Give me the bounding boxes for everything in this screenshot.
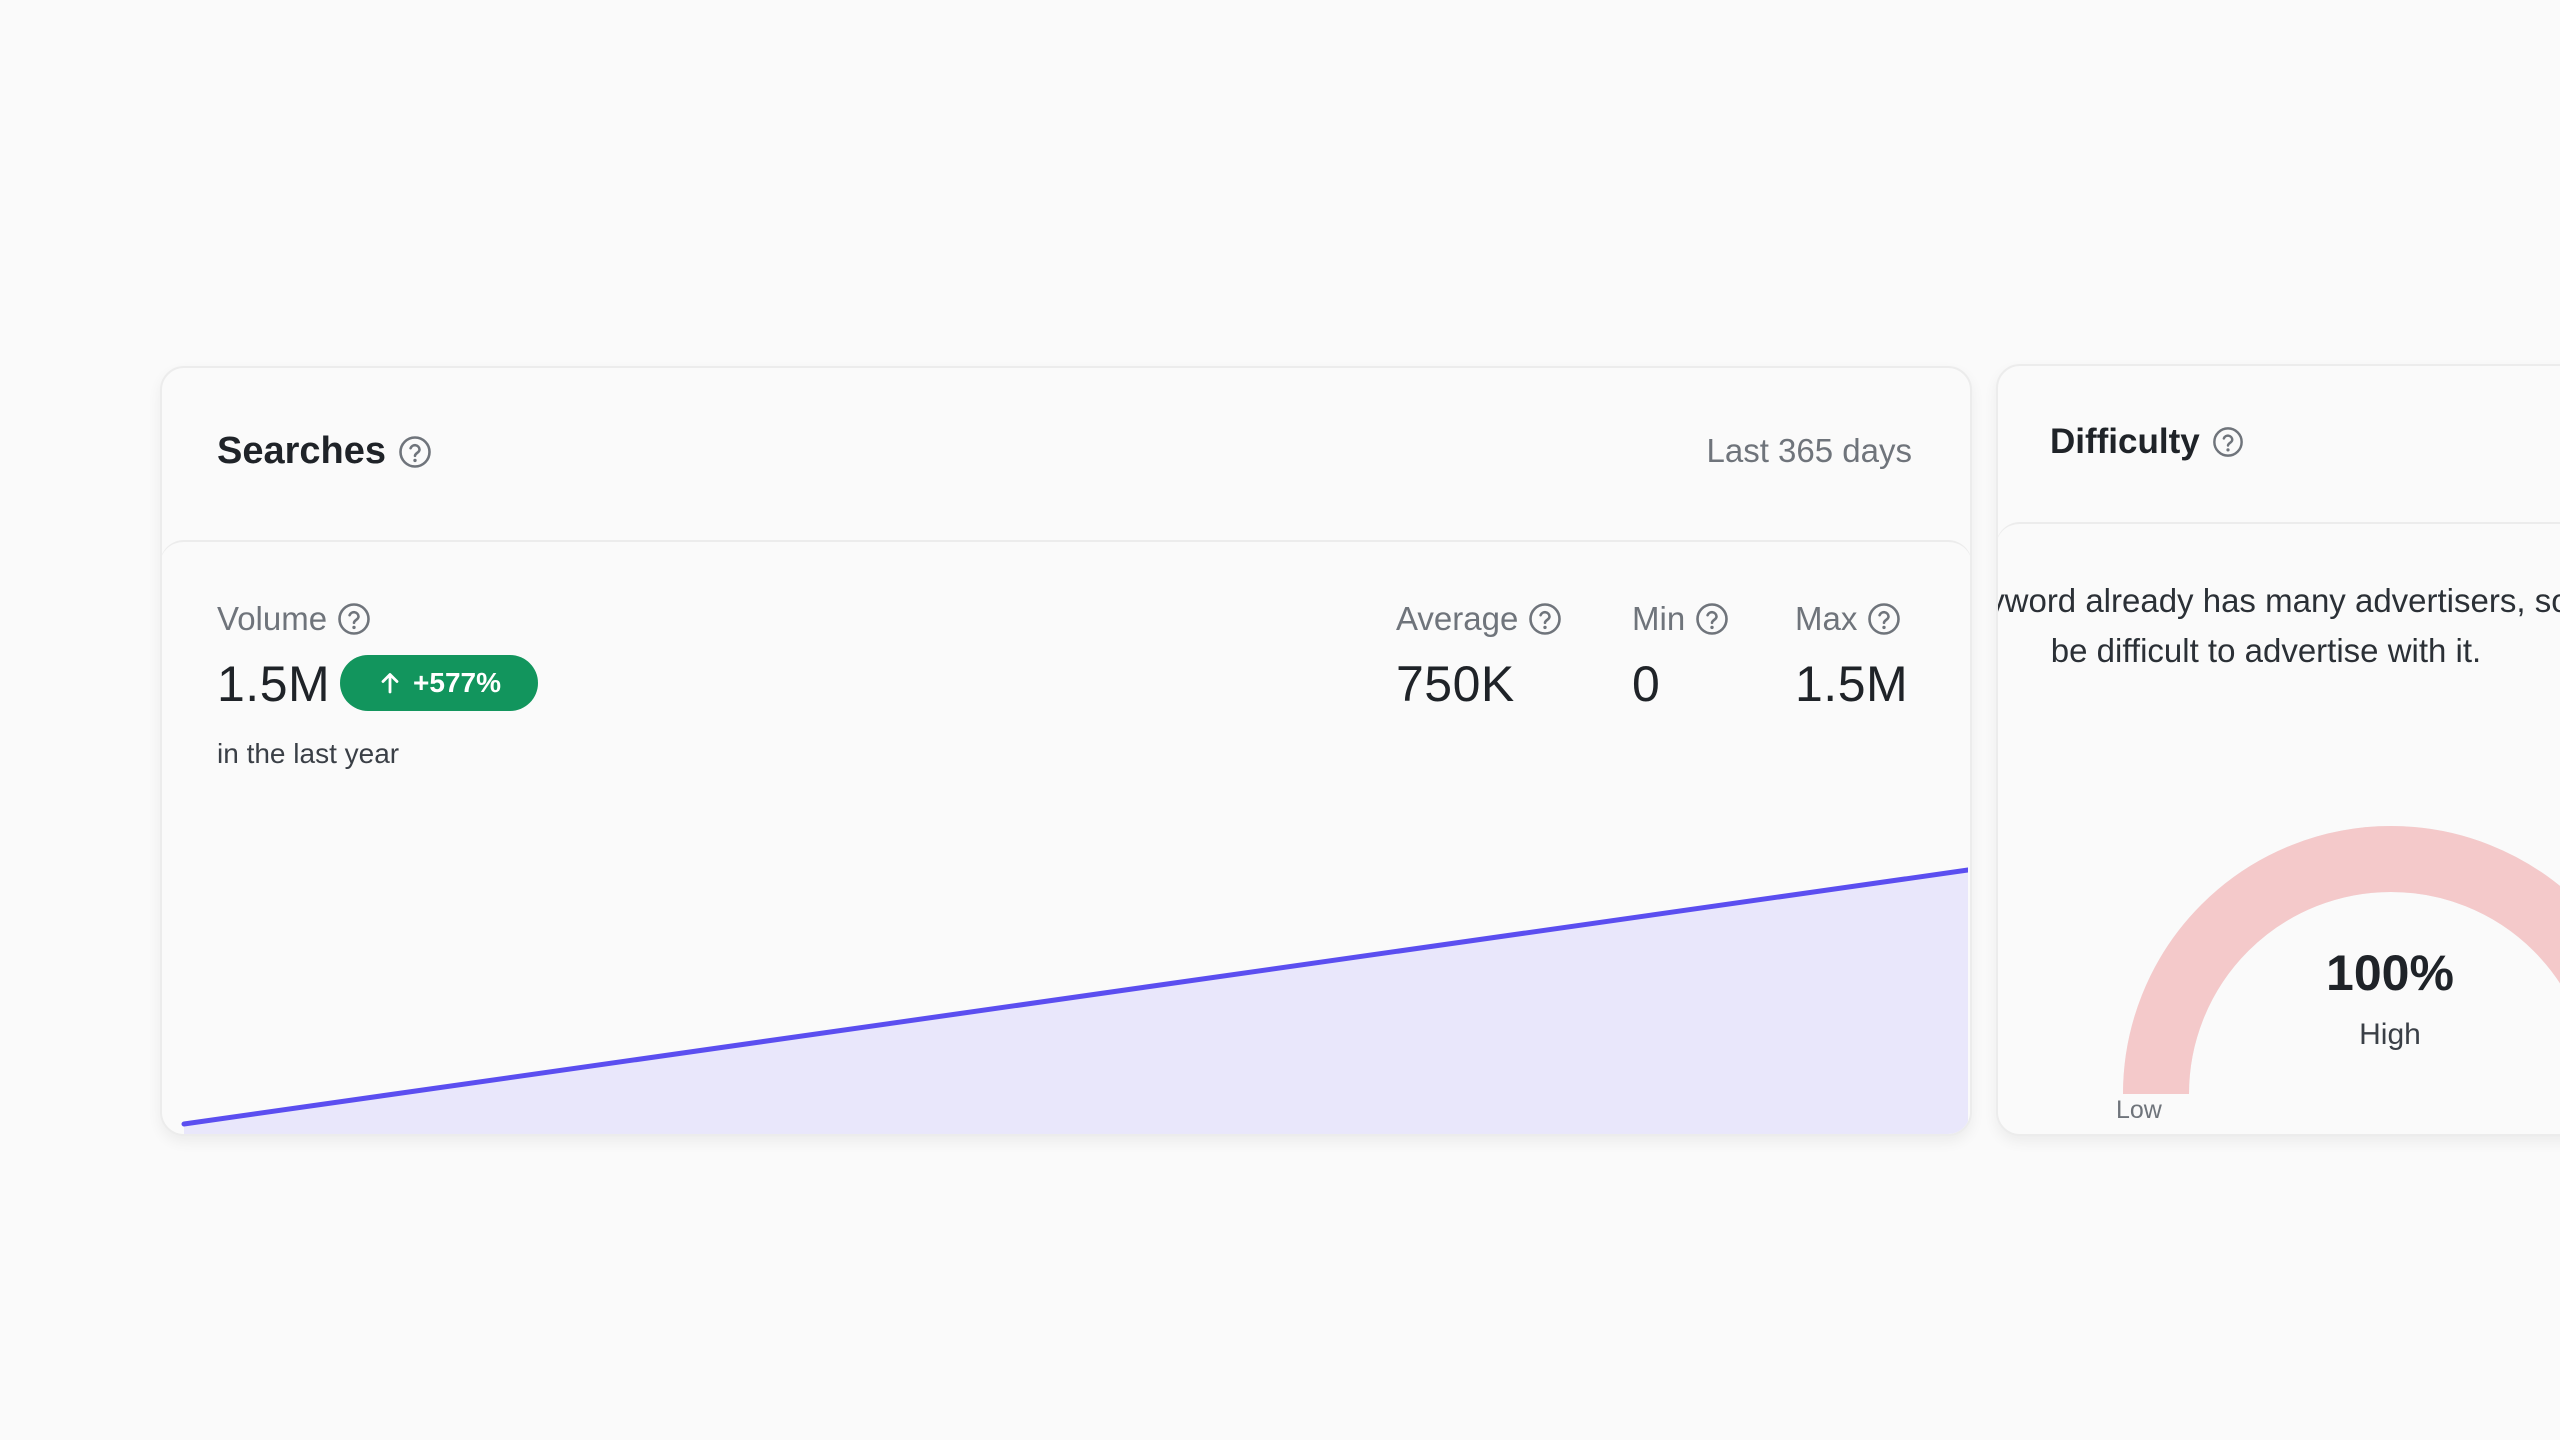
difficulty-panel: This keyword already has many advertiser… [1998,522,2560,1134]
min-label: Min [1632,600,1729,638]
volume-value: 1.5M [217,656,331,712]
volume-label: Volume [217,600,371,638]
max-help-icon[interactable] [1867,602,1901,636]
searches-card-header: Searches Last 365 days [162,368,1970,540]
average-label: Average [1396,600,1562,638]
difficulty-card: Difficulty This keyword already has many… [1996,364,2560,1136]
gauge-low-label: Low [2116,1096,2162,1124]
difficulty-title-text: Difficulty [2050,422,2200,461]
searches-help-icon[interactable] [398,435,432,469]
volume-subtext: in the last year [217,738,400,769]
volume-label-text: Volume [217,600,328,637]
searches-title-text: Searches [217,430,387,472]
growth-badge-text: +577% [413,667,501,698]
period-label: Last 365 days [1706,432,1912,469]
average-label-text: Average [1396,600,1519,637]
searches-title: Searches [217,430,432,473]
search-volume-chart [181,867,1968,1134]
difficulty-card-header: Difficulty [1998,366,2560,538]
average-help-icon[interactable] [1528,602,1562,636]
difficulty-percent: 100% [2326,945,2454,1001]
difficulty-help-icon[interactable] [2212,426,2244,458]
max-label: Max [1795,600,1901,638]
searches-card: Searches Last 365 days Volume 1.5M +577%… [160,366,1972,1136]
max-label-text: Max [1795,600,1858,637]
difficulty-description: This keyword already has many advertiser… [1998,582,2560,669]
volume-help-icon[interactable] [337,602,371,636]
min-value: 0 [1632,656,1661,712]
difficulty-title: Difficulty [2050,422,2244,462]
average-value: 750K [1396,656,1515,712]
searches-metrics-panel: Volume 1.5M +577% in the last year Avera… [162,540,1970,1134]
difficulty-level: High [2359,1018,2421,1051]
arrow-up-icon [377,670,403,696]
min-help-icon[interactable] [1695,602,1729,636]
growth-badge: +577% [340,655,538,711]
max-value: 1.5M [1795,656,1909,712]
min-label-text: Min [1632,600,1686,637]
